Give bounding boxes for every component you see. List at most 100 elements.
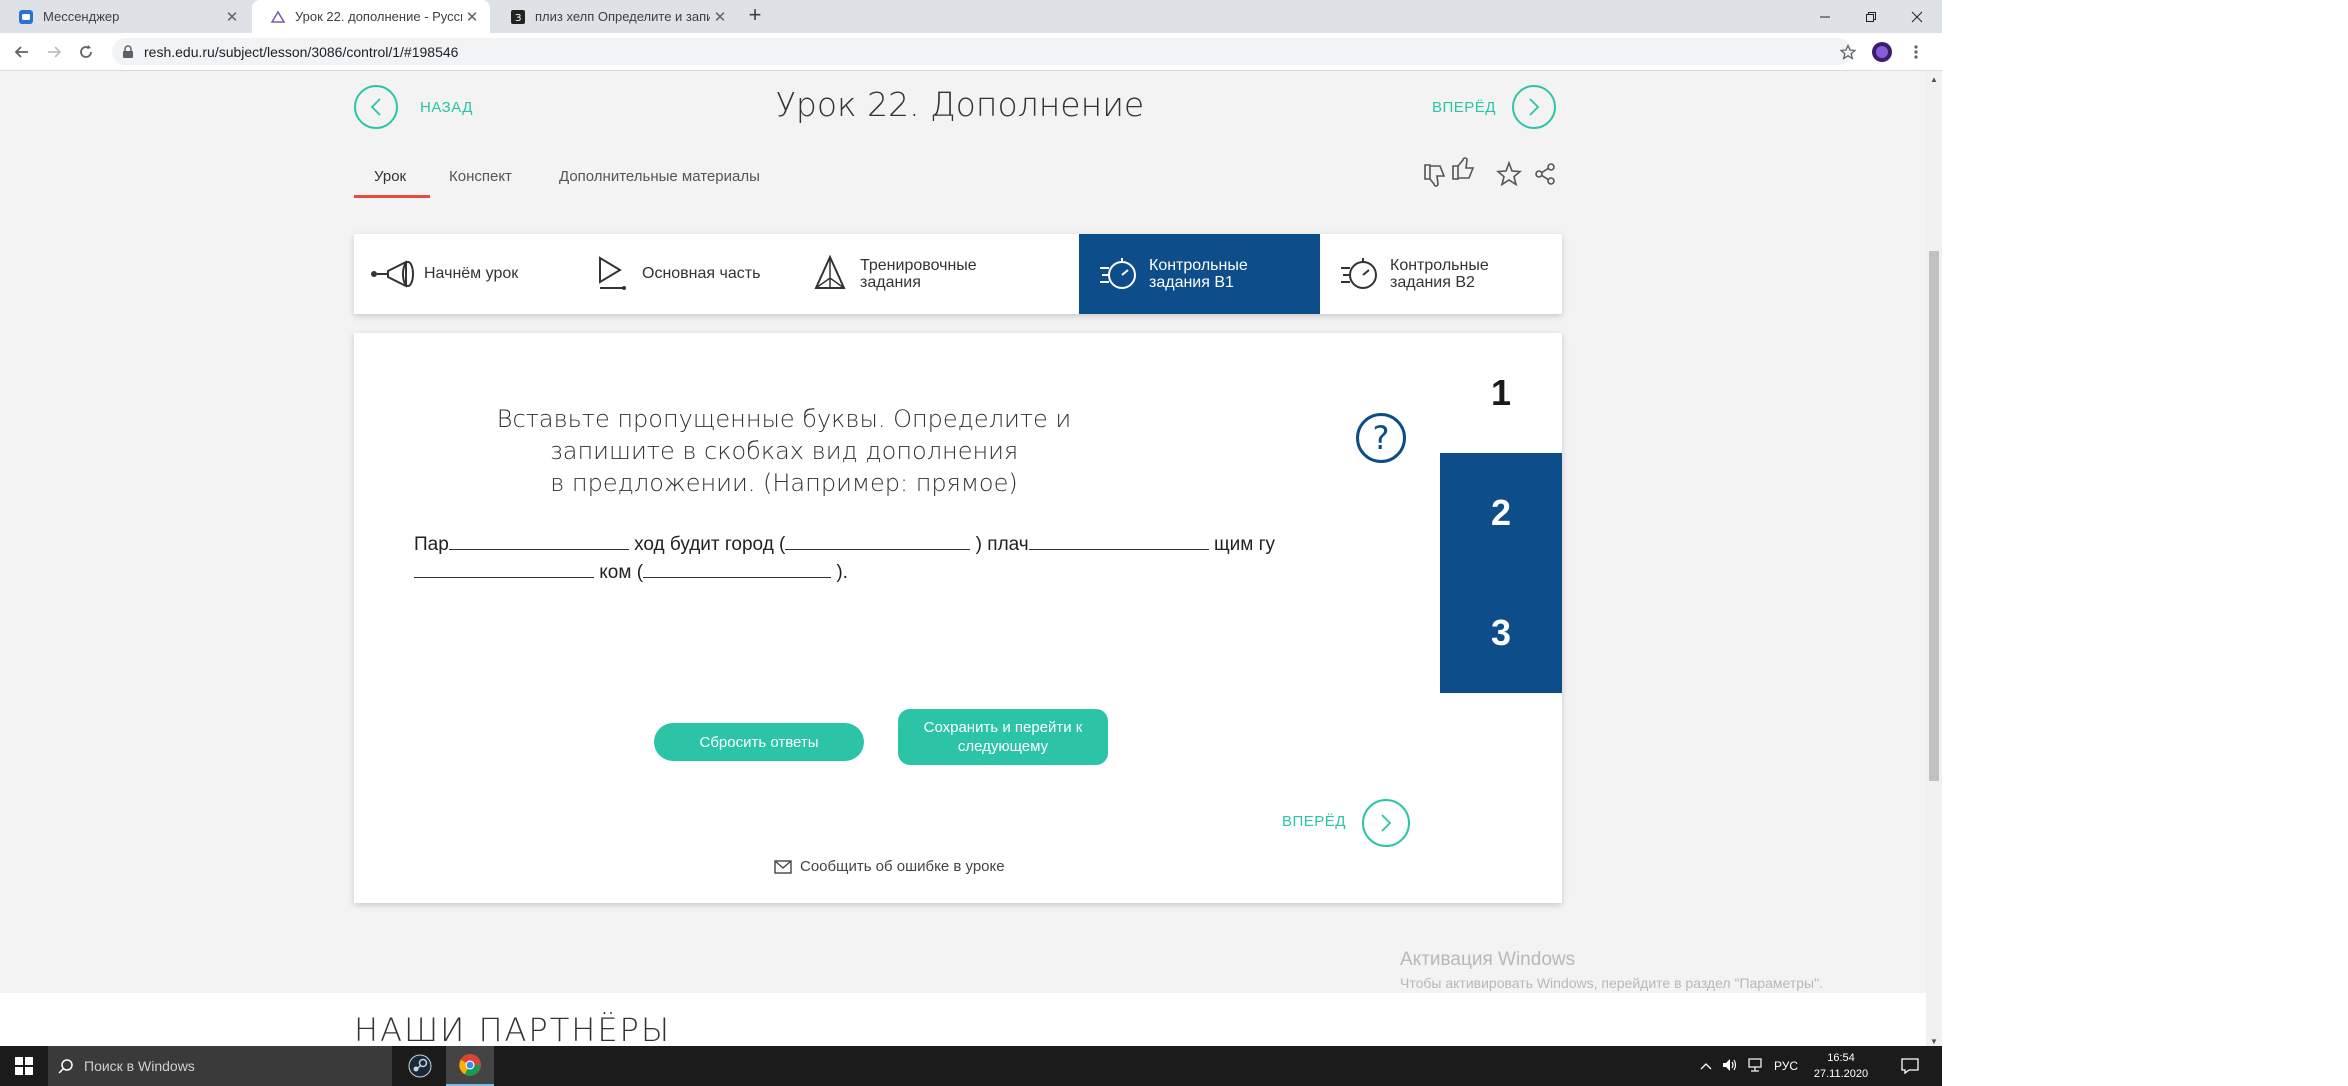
dislike-icon[interactable] <box>1420 161 1450 191</box>
sentence-fragment: ) плач <box>970 534 1029 555</box>
pyramid-icon <box>804 254 856 294</box>
question-3[interactable]: 3 <box>1440 573 1562 693</box>
messenger-favicon-icon <box>18 9 34 25</box>
partners-heading: НАШИ ПАРТНЁРЫ <box>354 1011 672 1049</box>
clock-date: 27.11.2020 <box>1813 1068 1869 1080</box>
answer-blank-1[interactable] <box>448 531 629 550</box>
tab-extra-materials[interactable]: Дополнительные материалы <box>559 168 760 185</box>
browser-tab-strip: Мессенджер ✕ Урок 22. дополнение - Русск… <box>0 0 1942 33</box>
chrome-app-icon[interactable] <box>446 1046 494 1086</box>
play-icon <box>586 254 638 294</box>
browser-toolbar: resh.edu.ru/subject/lesson/3086/control/… <box>0 33 1942 71</box>
stage-label: Тренировочные задания <box>860 257 977 291</box>
activation-watermark-title: Активация Windows <box>1400 949 1576 970</box>
taskbar-clock[interactable]: 16:54 27.11.2020 <box>1806 1050 1876 1082</box>
language-indicator[interactable]: РУС <box>1774 1059 1798 1073</box>
bookmark-star-icon[interactable] <box>1836 40 1860 64</box>
profile-avatar[interactable] <box>1870 40 1894 64</box>
task-title-line1: Вставьте пропущенные буквы. Определите и… <box>496 405 1072 465</box>
sentence-fragment: щим гу <box>1208 534 1275 555</box>
scrollbar-thumb[interactable] <box>1929 251 1939 781</box>
lock-icon <box>122 44 134 59</box>
stopwatch-icon <box>1334 254 1386 294</box>
activation-watermark-text: Чтобы активировать Windows, перейдите в … <box>1400 975 1823 991</box>
back-label[interactable]: НАЗАД <box>420 99 473 116</box>
tab-summary[interactable]: Конспект <box>449 168 512 185</box>
question-2[interactable]: 2 <box>1440 453 1562 573</box>
page-content: НАЗАД Урок 22. Дополнение ВПЕРЁД Урок Ко… <box>0 71 1926 1051</box>
answer-blank-3[interactable] <box>1028 531 1209 550</box>
back-button[interactable] <box>354 85 398 129</box>
forward-arrow-icon[interactable] <box>42 40 66 64</box>
stage-label: Основная часть <box>642 265 761 282</box>
answer-blank-4[interactable] <box>414 559 594 578</box>
new-tab-button[interactable]: + <box>743 4 767 28</box>
reset-answers-button[interactable]: Сбросить ответы <box>654 723 864 761</box>
search-placeholder: Поиск в Windows <box>84 1058 195 1074</box>
tab-title: плиз хелп Определите и запиш <box>535 9 710 24</box>
report-error-label: Сообщить об ошибке в уроке <box>800 858 1005 875</box>
windows-search-box[interactable]: Поиск в Windows <box>48 1046 392 1086</box>
steam-app-icon[interactable] <box>396 1046 444 1086</box>
megaphone-icon <box>368 254 420 294</box>
page-title: Урок 22. Дополнение <box>775 85 1145 124</box>
star-icon[interactable] <box>1494 159 1524 189</box>
resh-favicon-icon <box>270 9 286 25</box>
znanija-favicon-icon: З <box>510 9 526 25</box>
help-question-icon[interactable]: ? <box>1356 413 1406 463</box>
stage-training-tasks[interactable]: Тренировочные задания <box>790 234 1035 314</box>
task-card: Вставьте пропущенные буквы. Определите и… <box>354 333 1562 903</box>
stage-control-b1[interactable]: Контрольные задания В1 <box>1079 234 1320 314</box>
stage-label: Начнём урок <box>424 265 519 282</box>
back-arrow-icon[interactable] <box>10 40 34 64</box>
question-1[interactable]: 1 <box>1440 333 1562 453</box>
chevron-up-icon[interactable] <box>1700 1059 1712 1073</box>
windows-start-icon[interactable] <box>0 1046 48 1086</box>
sentence-fragment: Пар <box>414 534 449 555</box>
scroll-up-icon[interactable]: ▲ <box>1930 75 1938 84</box>
system-tray: РУС <box>1700 1046 1798 1086</box>
answer-blank-2[interactable] <box>785 531 971 550</box>
tab-close-icon[interactable]: ✕ <box>222 8 242 26</box>
chevron-right-icon <box>1529 98 1540 116</box>
chevron-left-icon <box>370 98 381 116</box>
browser-tab-znanija[interactable]: З плиз хелп Определите и запиш ✕ <box>492 0 738 33</box>
like-icon[interactable] <box>1448 153 1478 183</box>
task-sentence: Пар ход будит город ( ) плач щим гу ком … <box>414 531 1314 587</box>
tab-close-icon[interactable]: ✕ <box>462 8 482 26</box>
lesson-stages: Начнём урок Основная часть Тренировочные… <box>354 234 1562 314</box>
scroll-down-icon[interactable]: ▼ <box>1930 1037 1938 1046</box>
windows-taskbar: Поиск в Windows РУС 16:54 27.11.2020 <box>0 1046 1942 1086</box>
stage-start-lesson[interactable]: Начнём урок <box>354 234 572 314</box>
browser-tab-messenger[interactable]: Мессенджер ✕ <box>0 0 250 33</box>
answer-blank-5[interactable] <box>643 559 832 578</box>
stage-control-b2[interactable]: Контрольные задания В2 <box>1320 234 1562 314</box>
browser-tab-lesson[interactable]: Урок 22. дополнение - Русский ✕ <box>252 0 490 33</box>
tab-lesson[interactable]: Урок <box>374 168 406 185</box>
minimize-icon[interactable] <box>1802 0 1848 33</box>
stopwatch-icon <box>1093 254 1145 294</box>
task-title: Вставьте пропущенные буквы. Определите и… <box>454 403 1114 499</box>
stage-main-part[interactable]: Основная часть <box>572 234 790 314</box>
stage-label: Контрольные задания В2 <box>1390 257 1489 291</box>
forward-label[interactable]: ВПЕРЁД <box>1432 99 1496 116</box>
restore-icon[interactable] <box>1848 0 1894 33</box>
page-scrollbar[interactable]: ▲ ▼ <box>1926 71 1942 1051</box>
share-icon[interactable] <box>1530 159 1560 189</box>
svg-text:З: З <box>515 13 521 24</box>
card-forward-button[interactable] <box>1362 799 1410 847</box>
tab-close-icon[interactable]: ✕ <box>710 8 730 26</box>
forward-button[interactable] <box>1512 85 1556 129</box>
report-error-link[interactable]: Сообщить об ошибке в уроке <box>774 858 1005 875</box>
network-icon[interactable] <box>1748 1057 1764 1075</box>
kebab-menu-icon[interactable] <box>1904 40 1928 64</box>
address-bar[interactable]: resh.edu.ru/subject/lesson/3086/control/… <box>112 38 1852 65</box>
close-icon[interactable] <box>1894 0 1940 33</box>
card-forward-label[interactable]: ВПЕРЁД <box>1282 813 1346 830</box>
volume-icon[interactable] <box>1722 1058 1738 1075</box>
notifications-icon[interactable] <box>1890 1046 1930 1086</box>
save-next-button[interactable]: Сохранить и перейти к следующему <box>898 709 1108 765</box>
task-title-line2: в предложении. (Например: прямое) <box>550 469 1018 497</box>
chevron-right-icon <box>1381 814 1392 832</box>
reload-icon[interactable] <box>74 40 98 64</box>
